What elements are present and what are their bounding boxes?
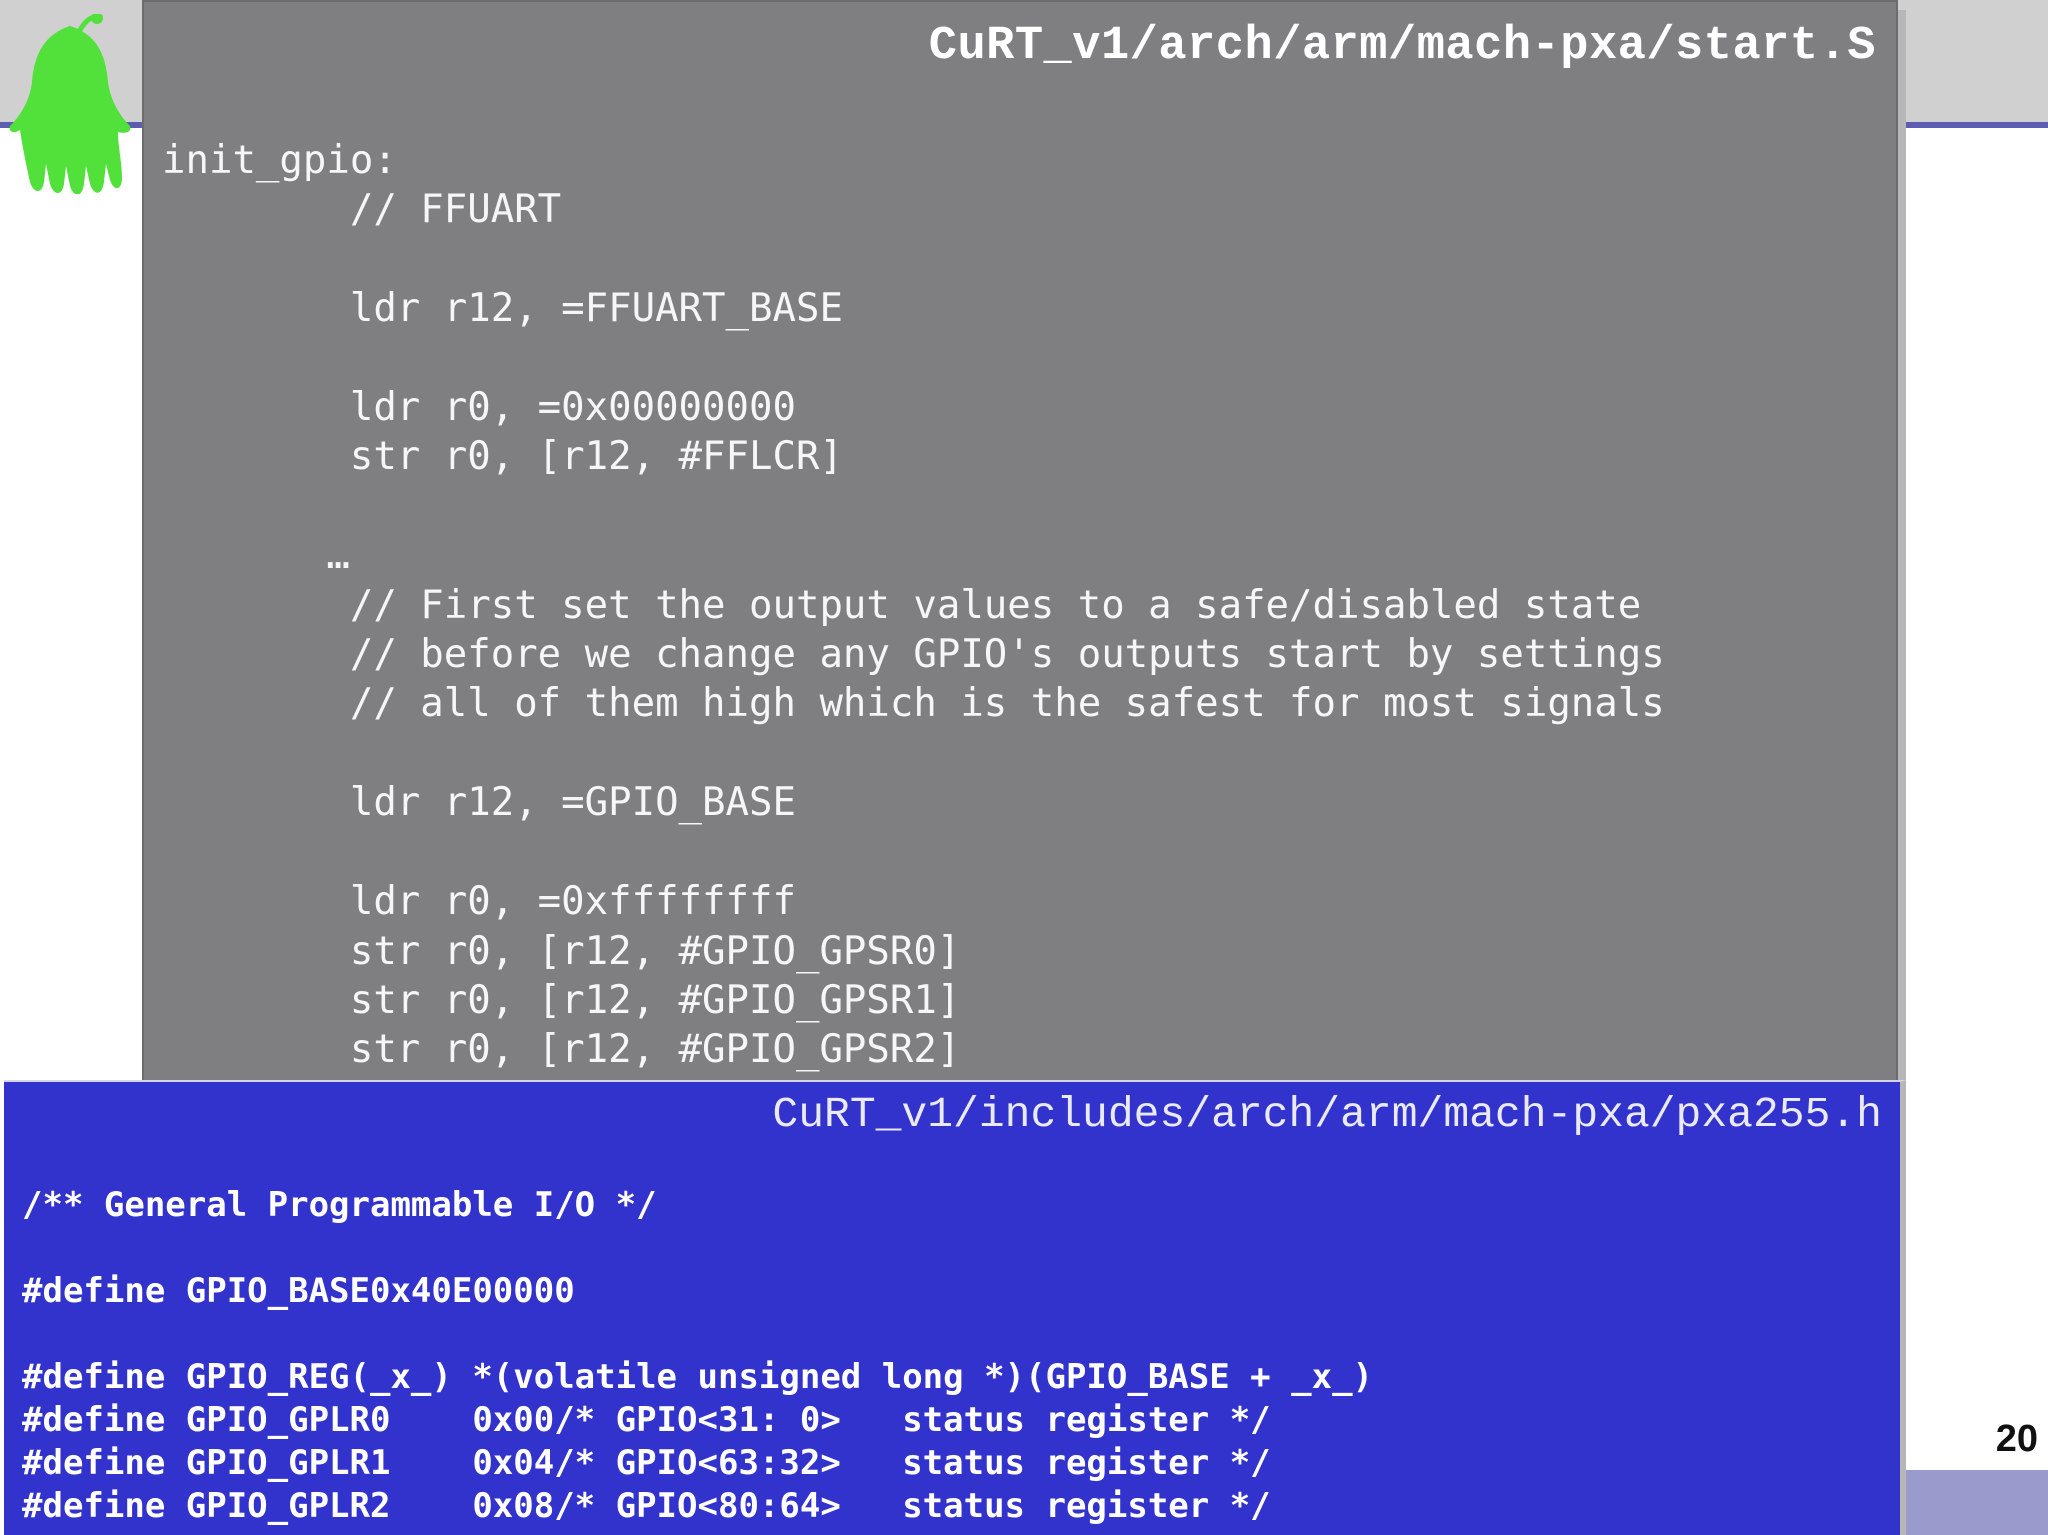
pxa255-header-panel: CuRT_v1/includes/arch/arm/mach-pxa/pxa25…	[4, 1080, 1906, 1535]
start-s-code-panel: CuRT_v1/arch/arm/mach-pxa/start.S init_g…	[142, 0, 1898, 1090]
pxa255-file-path: CuRT_v1/includes/arch/arm/mach-pxa/pxa25…	[772, 1090, 1882, 1139]
bottom-band	[1900, 1470, 2048, 1535]
start-s-code-listing: init_gpio: // FFUART ldr r12, =FFUART_BA…	[162, 138, 1665, 1073]
pxa255-code-listing: /** General Programmable I/O */ #define …	[22, 1185, 1374, 1526]
green-ghost-mascot-icon	[9, 14, 131, 194]
code-panel-shadow	[1898, 10, 1906, 1090]
slide-page-number: 20	[1995, 1418, 2038, 1460]
start-s-file-path: CuRT_v1/arch/arm/mach-pxa/start.S	[928, 20, 1876, 73]
